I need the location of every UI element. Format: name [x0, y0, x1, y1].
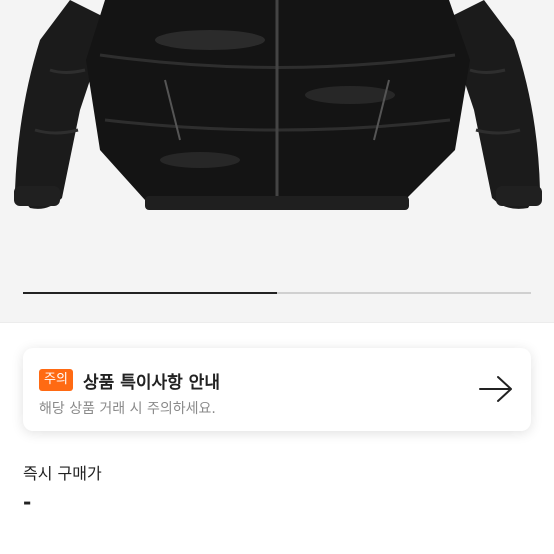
- arrow-right-icon[interactable]: [478, 375, 514, 403]
- carousel-indicator-fill: [23, 292, 277, 294]
- product-image-area[interactable]: [0, 0, 554, 322]
- section-divider: [0, 322, 554, 323]
- price-value: -: [23, 490, 32, 514]
- notice-badge: 주의: [39, 369, 73, 391]
- product-image: [14, 0, 542, 210]
- notice-card[interactable]: 주의 상품 특이사항 안내 해당 상품 거래 시 주의하세요.: [23, 348, 531, 431]
- price-label: 즉시 구매가: [23, 464, 102, 483]
- carousel-indicator: [23, 292, 531, 294]
- notice-title: 상품 특이사항 안내: [83, 373, 220, 393]
- notice-subtitle: 해당 상품 거래 시 주의하세요.: [39, 401, 216, 417]
